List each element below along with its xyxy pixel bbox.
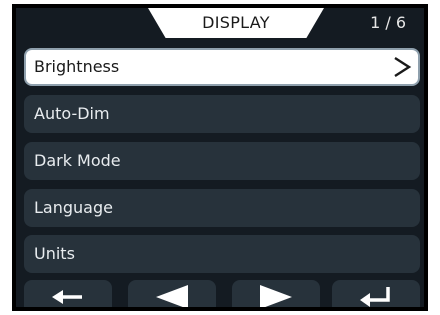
menu-item-auto-dim[interactable]: Auto-Dim <box>24 95 420 133</box>
arrow-left-icon <box>52 290 82 304</box>
page-indicator: 1 / 6 <box>370 13 406 32</box>
menu-item-units[interactable]: Units <box>24 235 420 273</box>
menu-item-label: Auto-Dim <box>34 104 110 123</box>
menu-item-language[interactable]: Language <box>24 189 420 227</box>
previous-button[interactable] <box>128 280 216 307</box>
menu-item-brightness[interactable]: Brightness <box>24 48 420 86</box>
triangle-right-icon <box>260 285 292 307</box>
menu-item-dark-mode[interactable]: Dark Mode <box>24 142 420 180</box>
menu-item-label: Units <box>34 244 75 263</box>
enter-return-icon <box>360 287 390 307</box>
chevron-right-icon <box>394 56 412 78</box>
menu-item-label: Dark Mode <box>34 151 121 170</box>
enter-button[interactable] <box>332 280 420 307</box>
back-button[interactable] <box>24 280 112 307</box>
menu-item-label: Language <box>34 198 113 217</box>
page-title: DISPLAY <box>202 13 270 32</box>
menu-item-label: Brightness <box>34 57 120 76</box>
triangle-left-icon <box>156 285 188 307</box>
device-screen: DISPLAY 1 / 6 Brightness Auto-Dim Dark M… <box>12 4 428 311</box>
next-button[interactable] <box>232 280 320 307</box>
